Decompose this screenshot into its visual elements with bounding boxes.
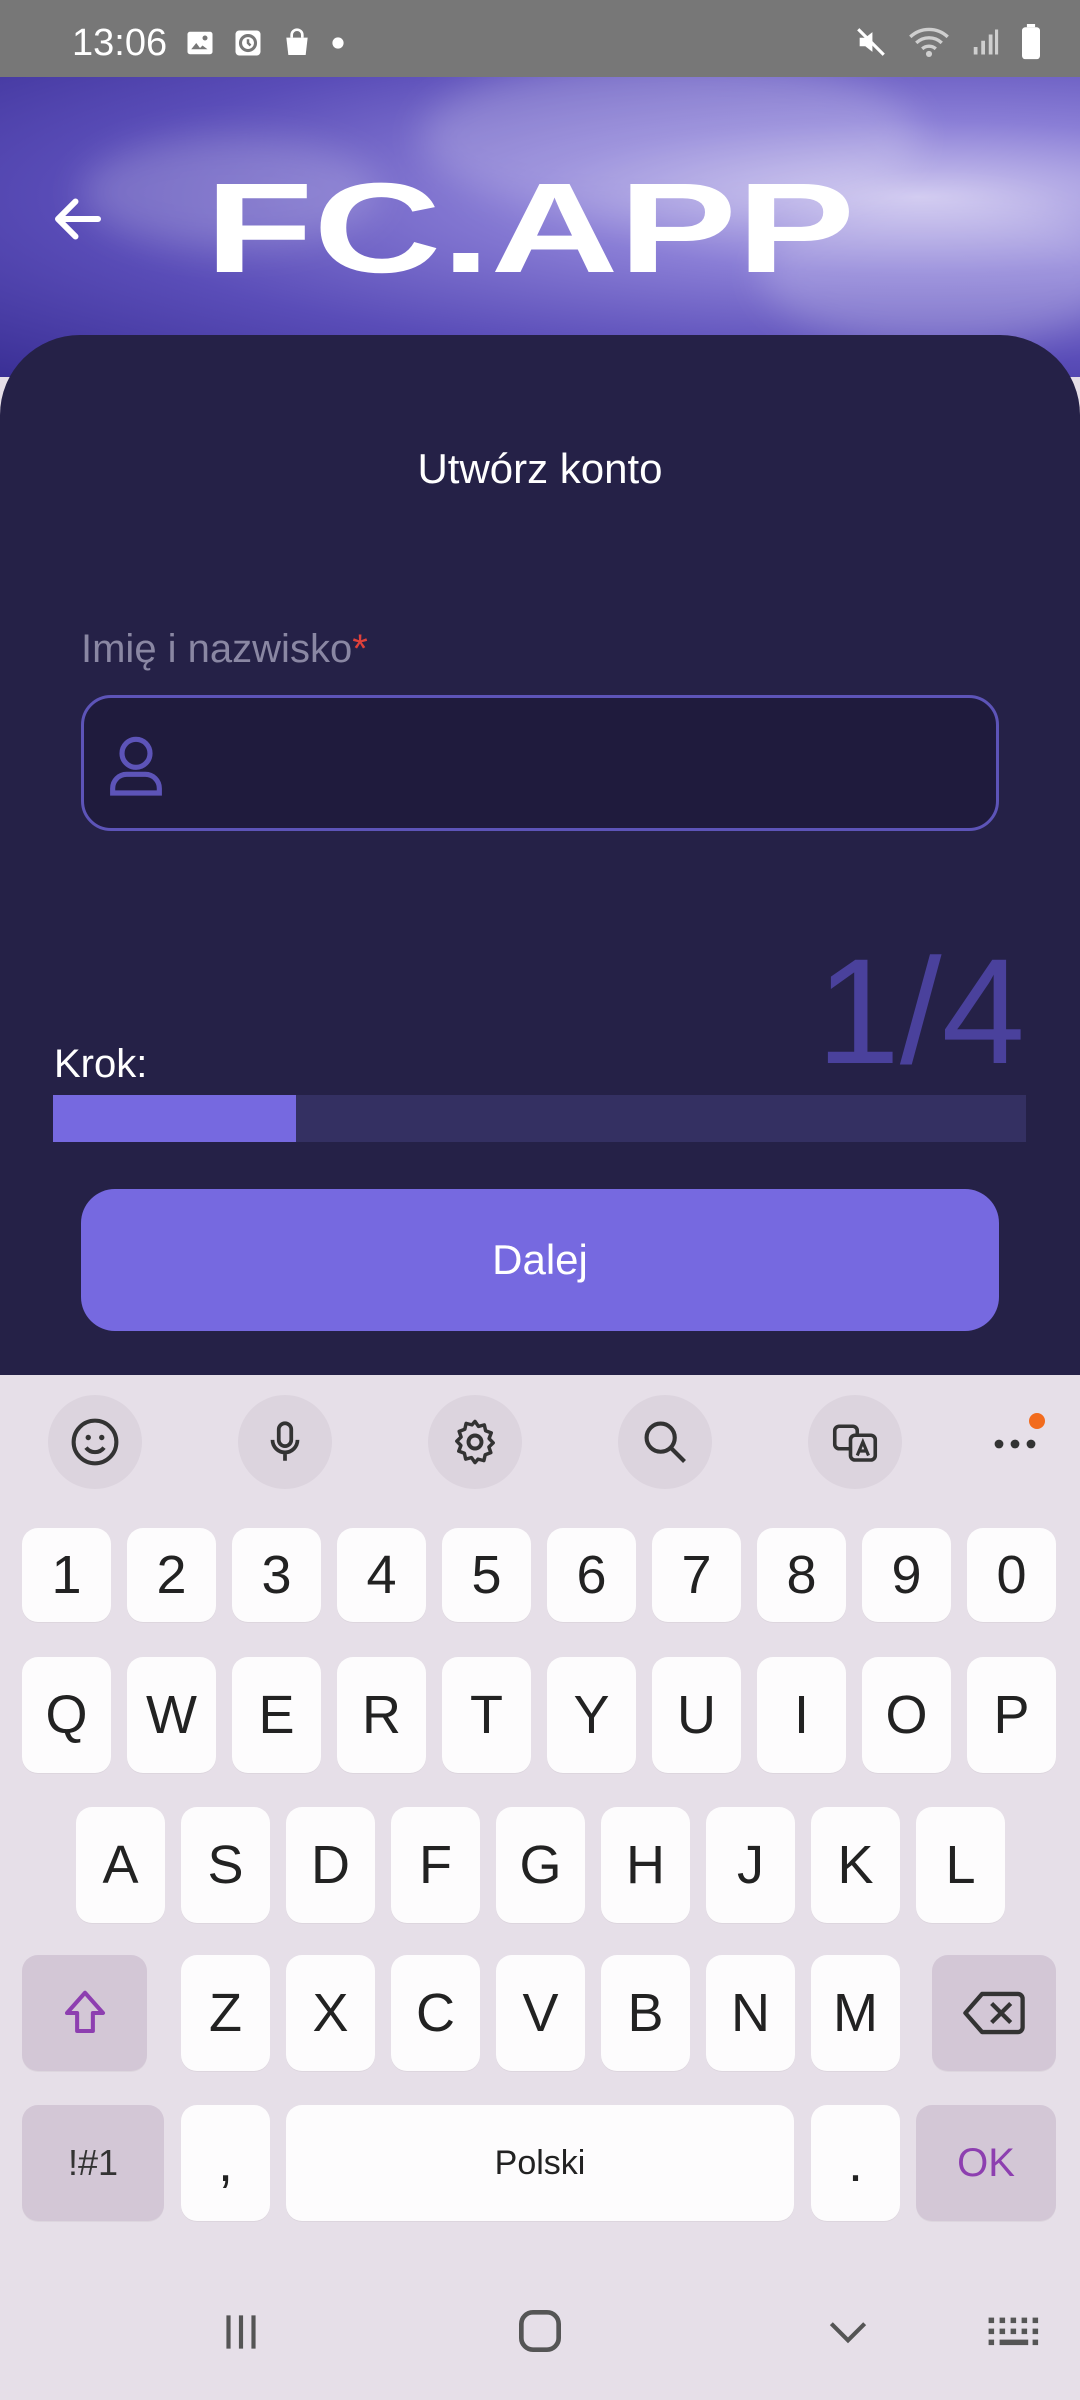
key[interactable]: 9 (862, 1528, 951, 1622)
key[interactable]: U (652, 1657, 741, 1773)
key[interactable]: S (181, 1807, 270, 1923)
gear-icon (455, 1419, 495, 1465)
key[interactable]: 0 (967, 1528, 1056, 1622)
key[interactable]: G (496, 1807, 585, 1923)
user-icon (110, 736, 162, 796)
key[interactable]: Y (547, 1657, 636, 1773)
key[interactable]: 3 (232, 1528, 321, 1622)
name-input[interactable] (184, 698, 974, 828)
key[interactable]: W (127, 1657, 216, 1773)
key[interactable]: 1 (22, 1528, 111, 1622)
wifi-icon (909, 27, 949, 57)
key[interactable]: O (862, 1657, 951, 1773)
emoji-icon (71, 1418, 119, 1466)
key[interactable]: H (601, 1807, 690, 1923)
backspace-icon (963, 1991, 1025, 2035)
clock-app-icon (235, 30, 261, 56)
header-banner: FC.APP (0, 77, 1080, 377)
step-progress-bar (53, 1095, 1026, 1142)
keyboard-search-button[interactable] (618, 1395, 712, 1489)
dot-icon (332, 37, 344, 49)
recent-apps-icon[interactable] (216, 2307, 266, 2357)
key[interactable]: 2 (127, 1528, 216, 1622)
keyboard-settings-button[interactable] (428, 1395, 522, 1489)
key[interactable]: J (706, 1807, 795, 1923)
key[interactable]: P (967, 1657, 1056, 1773)
search-icon (644, 1421, 686, 1463)
keyboard-icon[interactable] (984, 2311, 1046, 2355)
app-logo: FC.APP (205, 167, 855, 287)
mute-icon (857, 28, 885, 56)
system-icons (854, 24, 1042, 60)
navigation-bar (0, 2275, 1080, 2400)
translate-button[interactable] (808, 1395, 902, 1489)
period-key[interactable]: . (811, 2105, 900, 2221)
battery-icon (1022, 24, 1040, 60)
key[interactable]: R (337, 1657, 426, 1773)
home-icon[interactable] (512, 2303, 568, 2359)
page-title: Utwórz konto (417, 445, 663, 492)
key[interactable]: I (757, 1657, 846, 1773)
key[interactable]: Z (181, 1955, 270, 2071)
voice-input-button[interactable] (238, 1395, 332, 1489)
shift-icon (64, 1990, 105, 2034)
key[interactable]: A (76, 1807, 165, 1923)
chevron-down-icon[interactable] (820, 2307, 876, 2357)
key[interactable]: F (391, 1807, 480, 1923)
ok-key[interactable]: OK (916, 2105, 1056, 2221)
comma-key[interactable]: , (181, 2105, 270, 2221)
key[interactable]: N (706, 1955, 795, 2071)
step-label: Krok: (54, 1042, 148, 1086)
key[interactable]: T (442, 1657, 531, 1773)
key[interactable]: E (232, 1657, 321, 1773)
key[interactable]: 7 (652, 1528, 741, 1622)
more-icon (994, 1413, 1045, 1449)
symbols-key[interactable]: !#1 (22, 2105, 164, 2221)
backspace-key[interactable] (932, 1955, 1056, 2071)
microphone-icon (270, 1421, 300, 1461)
key[interactable]: 5 (442, 1528, 531, 1622)
signal-icon (973, 29, 999, 55)
key[interactable]: B (601, 1955, 690, 2071)
notification-icons (185, 27, 345, 59)
key[interactable]: D (286, 1807, 375, 1923)
next-button[interactable]: Dalej (81, 1189, 999, 1331)
status-bar: 13:06 (0, 0, 1080, 77)
shift-key[interactable] (22, 1955, 147, 2071)
key[interactable]: 8 (757, 1528, 846, 1622)
step-progress-fill (53, 1095, 297, 1142)
status-time: 13:06 (72, 22, 168, 64)
key[interactable]: K (811, 1807, 900, 1923)
key[interactable]: L (916, 1807, 1005, 1923)
keyboard: 1 2 3 4 5 6 7 8 9 0 Q W E R T Y U I O P … (0, 1375, 1080, 2275)
step-counter: 1/4 (816, 927, 1025, 1095)
gallery-icon (187, 31, 213, 55)
more-options-button[interactable] (968, 1395, 1062, 1489)
key[interactable]: 4 (337, 1528, 426, 1622)
key[interactable]: V (496, 1955, 585, 2071)
space-key[interactable]: Polski (286, 2105, 794, 2221)
key[interactable]: X (286, 1955, 375, 2071)
shopping-bag-icon (286, 28, 308, 55)
registration-card: Utwórz konto Imię i nazwisko* 1/4 Krok: … (0, 335, 1080, 1375)
key[interactable]: M (811, 1955, 900, 2071)
notification-dot (1029, 1413, 1045, 1429)
svg-text:FC.APP: FC.APP (205, 167, 855, 287)
emoji-button[interactable] (48, 1395, 142, 1489)
key[interactable]: 6 (547, 1528, 636, 1622)
key[interactable]: C (391, 1955, 480, 2071)
back-arrow-icon[interactable] (48, 189, 108, 249)
translate-icon (832, 1424, 878, 1462)
name-field[interactable] (81, 695, 999, 831)
key[interactable]: Q (22, 1657, 111, 1773)
required-mark: * (352, 627, 368, 671)
name-field-label: Imię i nazwisko* (81, 627, 368, 671)
